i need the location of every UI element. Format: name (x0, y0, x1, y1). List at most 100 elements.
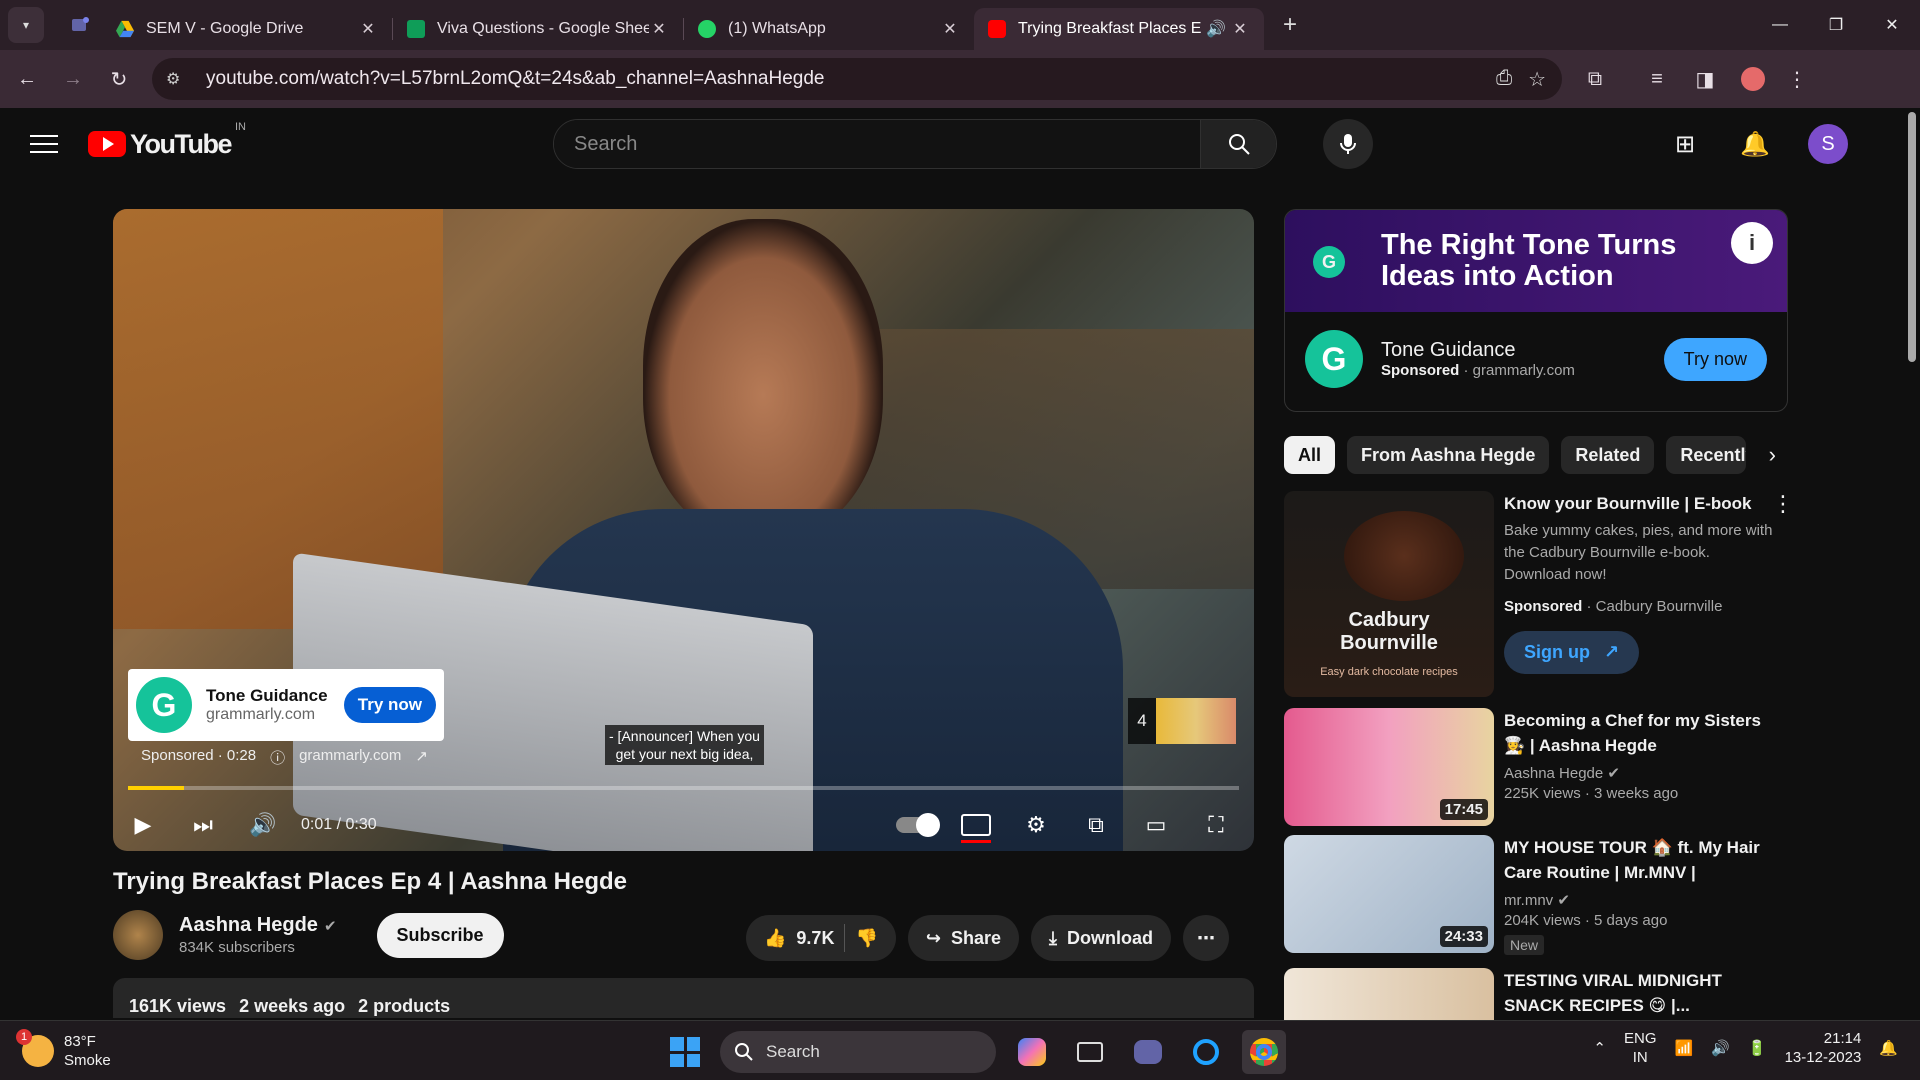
search-input[interactable] (554, 120, 1200, 168)
chevron-up-icon[interactable]: ⌃ (1593, 1039, 1606, 1057)
chrome-icon[interactable] (1242, 1030, 1286, 1074)
fullscreen-icon[interactable]: ⛶ (1186, 812, 1246, 838)
tab-whatsapp[interactable]: (1) WhatsApp ✕ (684, 8, 974, 50)
windows-start-icon[interactable] (664, 1031, 706, 1073)
list-item[interactable]: 17:45 Becoming a Chef for my Sisters 👩‍🍳… (1284, 708, 1774, 826)
item-title[interactable]: Becoming a Chef for my Sisters 👩‍🍳 | Aas… (1504, 708, 1774, 758)
ad-banner[interactable]: G The Right Tone Turns Ideas into Action… (1285, 210, 1787, 312)
tab-youtube[interactable]: Trying Breakfast Places Ep 4 🔊 ✕ (974, 8, 1264, 50)
wifi-icon[interactable]: 📶 (1675, 1039, 1694, 1057)
like-count[interactable]: 9.7K (796, 928, 834, 949)
video-thumbnail[interactable] (1284, 968, 1494, 1020)
progress-bar[interactable] (128, 786, 1239, 790)
item-channel[interactable]: mr.mnv (1504, 892, 1553, 909)
tab-google-drive[interactable]: SEM V - Google Drive ✕ (102, 8, 392, 50)
install-app-icon[interactable]: ⎙ (1496, 67, 1512, 92)
sidebar-ad[interactable]: G The Right Tone Turns Ideas into Action… (1284, 209, 1788, 412)
close-icon[interactable]: ✕ (1230, 19, 1250, 39)
teams-chat-icon[interactable] (1126, 1030, 1170, 1074)
speaker-icon[interactable]: 🔊 (1202, 19, 1230, 39)
thumbs-up-icon[interactable]: 👍 (764, 928, 786, 949)
channel-name-row[interactable]: Aashna Hegde ✔ (179, 914, 337, 937)
volume-icon[interactable]: 🔊 (1711, 1039, 1730, 1057)
notification-bell-icon[interactable]: 🔔 (1879, 1039, 1898, 1057)
close-icon[interactable]: ✕ (358, 19, 378, 39)
youtube-logo[interactable]: YouTube IN (88, 121, 246, 160)
account-avatar[interactable]: S (1808, 124, 1848, 164)
item-title[interactable]: MY HOUSE TOUR 🏠 ft. My Hair Care Routine… (1504, 835, 1774, 885)
subtitles-icon[interactable] (946, 814, 1006, 843)
chip-all[interactable]: All (1284, 436, 1336, 474)
channel-name[interactable]: Aashna Hegde (179, 914, 318, 937)
create-video-icon[interactable]: ⊞ (1668, 119, 1702, 169)
bookmark-star-icon[interactable]: ☆ (1528, 67, 1546, 92)
cortana-icon[interactable] (1184, 1030, 1228, 1074)
menu-icon[interactable] (30, 135, 58, 153)
autoplay-toggle[interactable] (886, 813, 946, 837)
media-control-icon[interactable]: ≡ (1638, 60, 1676, 98)
download-button[interactable]: ⤓ Download (1031, 915, 1171, 961)
extensions-icon[interactable]: ⧉ (1576, 60, 1614, 98)
page-scrollbar[interactable] (1908, 112, 1916, 362)
restore-button[interactable]: ❐ (1808, 0, 1864, 50)
video-thumbnail[interactable]: 24:33 (1284, 835, 1494, 953)
subscribe-button[interactable]: Subscribe (376, 912, 504, 958)
close-icon[interactable]: ✕ (649, 19, 669, 39)
pinned-tab-teams[interactable] (58, 7, 102, 43)
chevron-right-icon[interactable]: › (1769, 442, 1788, 468)
info-icon[interactable]: ⓘ (270, 747, 285, 768)
ad-try-now-button[interactable]: Try now (343, 687, 436, 723)
language-indicator[interactable]: ENG IN (1624, 1029, 1657, 1067)
sidebar-try-now-button[interactable]: Try now (1663, 337, 1767, 381)
new-tab-button[interactable]: + (1272, 7, 1308, 43)
share-button[interactable]: ↪ Share (907, 915, 1019, 961)
ad-thumbnail[interactable]: Cadbury Bournville Easy dark chocolate r… (1284, 491, 1494, 697)
item-title[interactable]: Know your Bournville | E-book (1504, 491, 1774, 516)
weather-widget[interactable]: 1 83°F Smoke (16, 1028, 111, 1070)
clock[interactable]: 21:14 13-12-2023 (1785, 1029, 1862, 1067)
more-actions-icon[interactable]: ⋯ (1182, 915, 1229, 961)
minimize-button[interactable]: — (1752, 0, 1808, 50)
sign-up-button[interactable]: Sign up ↗ (1504, 631, 1640, 674)
tab-google-sheets[interactable]: Viva Questions - Google Sheets ✕ (393, 8, 683, 50)
notifications-bell-icon[interactable]: 🔔 (1738, 119, 1772, 169)
side-panel-icon[interactable]: ◨ (1686, 60, 1724, 98)
player-ad-card[interactable]: G Tone Guidance grammarly.com Try now (128, 669, 444, 741)
sponsored-domain-link[interactable]: grammarly.com (299, 747, 401, 768)
close-icon[interactable]: ✕ (940, 19, 960, 39)
tab-search-menu[interactable]: ▾ (8, 7, 44, 43)
list-item[interactable]: Cadbury Bournville Easy dark chocolate r… (1284, 491, 1794, 697)
more-options-icon[interactable]: ⋮ (1772, 491, 1794, 517)
chip-recently[interactable]: Recently (1666, 436, 1747, 474)
back-button[interactable]: ← (8, 60, 46, 98)
item-title[interactable]: TESTING VIRAL MIDNIGHT SNACK RECIPES 😋 |… (1504, 968, 1774, 1018)
reload-button[interactable]: ↻ (100, 60, 138, 98)
list-item[interactable]: 24:33 MY HOUSE TOUR 🏠 ft. My Hair Care R… (1284, 835, 1774, 955)
copilot-icon[interactable] (1010, 1030, 1054, 1074)
miniplayer-icon[interactable]: ⧉ (1066, 812, 1126, 838)
description-box[interactable]: 161K views 2 weeks ago 2 products (113, 978, 1254, 1018)
window-close-button[interactable]: ✕ (1864, 0, 1920, 50)
chip-related[interactable]: Related (1561, 436, 1655, 474)
thumbs-down-icon[interactable]: 👎 (855, 928, 877, 949)
video-player[interactable]: G Tone Guidance grammarly.com Try now Sp… (113, 209, 1254, 851)
search-button[interactable] (1200, 120, 1276, 168)
url-bar[interactable]: ⚙ youtube.com/watch?v=L57brnL2omQ&t=24s&… (152, 58, 1562, 100)
forward-button[interactable]: → (54, 60, 92, 98)
theater-mode-icon[interactable]: ▭ (1126, 812, 1186, 838)
site-settings-icon[interactable]: ⚙ (166, 69, 192, 89)
volume-icon[interactable]: 🔊 (233, 812, 293, 838)
battery-icon[interactable]: 🔋 (1748, 1039, 1767, 1057)
task-view-icon[interactable] (1068, 1030, 1112, 1074)
taskbar-search[interactable]: Search (720, 1031, 996, 1073)
ad-info-icon[interactable]: i (1731, 222, 1773, 264)
chip-from-channel[interactable]: From Aashna Hegde (1347, 436, 1550, 474)
list-item[interactable]: TESTING VIRAL MIDNIGHT SNACK RECIPES 😋 |… (1284, 968, 1774, 1020)
item-channel[interactable]: Aashna Hegde (1504, 765, 1603, 782)
profile-icon[interactable] (1734, 60, 1772, 98)
chrome-menu-icon[interactable]: ⋮ (1778, 60, 1816, 98)
play-icon[interactable]: ▶ (113, 812, 173, 838)
next-icon[interactable]: ⏭ (173, 812, 233, 838)
channel-avatar[interactable] (113, 910, 163, 960)
voice-search-button[interactable] (1323, 119, 1373, 169)
